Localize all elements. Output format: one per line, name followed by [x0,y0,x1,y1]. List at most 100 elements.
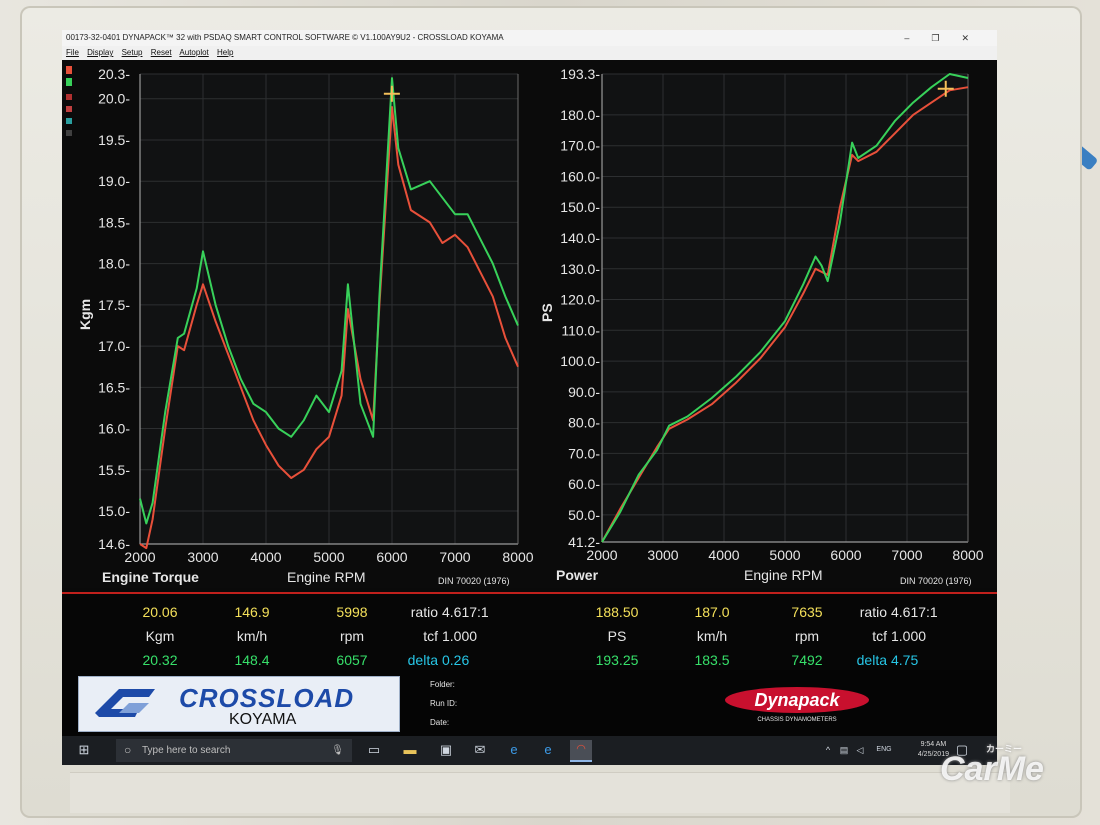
power-y-tick-label: 170.0- [560,138,600,154]
power-x-tick-label: 5000 [769,547,800,563]
right-delta-value: 4.75 [891,652,919,668]
power-y-tick-label: 90.0- [568,384,600,400]
power-x-tick-label: 7000 [891,547,922,563]
tray-overflow-icon[interactable]: ^ [822,742,834,758]
right-power-unit: PS [607,628,627,644]
taskbar: ⊞ ○ Type here to search 🎙 ▭ ▬ ▣ ✉ e e ◠ … [62,736,997,765]
carme-watermark-sub: カーミー [986,744,1023,754]
right-speed-peak: 183.5 [694,652,730,668]
power-y-tick-label: 80.0- [568,415,600,431]
torque-y-tick-label: 18.0- [98,256,130,272]
menu-autoplot[interactable]: Autoplot [179,48,208,57]
power-y-axis-label: PS [539,303,555,322]
torque-y-tick-label: 16.0- [98,421,130,437]
task-view-icon[interactable]: ▭ [366,742,382,758]
right-ratio-value: 4.617:1 [891,604,938,620]
store-icon[interactable]: ▣ [438,742,454,758]
left-torque-peak: 20.32 [142,652,178,668]
windows-start-icon[interactable]: ⊞ [76,742,92,758]
torque-x-axis-label: Engine RPM [287,569,366,585]
dynapack-app-taskbar-icon[interactable]: ◠ [570,740,592,762]
menu-reset[interactable]: Reset [151,48,172,57]
power-y-tick-label: 180.0- [560,107,600,123]
carme-watermark-main: CarMe [940,750,1044,788]
power-y-tick-label: 140.0- [560,230,600,246]
right-speed-unit: km/h [696,628,728,644]
taskbar-search-box[interactable]: ○ Type here to search 🎙 [116,739,352,762]
power-y-tick-label: 193.3- [560,66,600,82]
legend-swatch-red[interactable] [66,66,72,74]
torque-x-tick-label: 4000 [250,549,281,565]
close-button[interactable]: ✕ [961,33,991,43]
left-speed-unit: km/h [236,628,268,644]
minimize-button[interactable]: – [904,33,931,43]
carme-watermark: カーミー CarMe [940,744,1044,789]
right-rpm-peak: 7492 [791,652,823,668]
right-rpm-unit: rpm [794,628,820,644]
edge-browser-icon[interactable]: e [540,742,556,758]
crossload-mark-icon [95,689,155,717]
torque-y-tick-label: 19.5- [98,132,130,148]
torque-y-tick-label: 18.5- [98,214,130,230]
left-tcf-label: tcf [423,628,438,644]
mail-icon[interactable]: ✉ [472,742,488,758]
menu-file[interactable]: File [66,48,79,57]
power-y-tick-label: 60.0- [568,476,600,492]
power-x-tick-label: 8000 [952,547,983,563]
date-label: Date: [430,718,450,727]
torque-chart[interactable]: 2000 3000 4000 5000 6000 7000 800020.3-20.0-19… [98,66,534,565]
runid-label: Run ID: [430,699,458,708]
monitor-screen: 00173-32-0401 DYNAPACK™ 32 with PSDAQ SM… [62,30,997,765]
monitor-bezel-bottom [70,772,1010,813]
left-speed-peak: 148.4 [234,652,270,668]
power-x-axis-label: Engine RPM [744,567,823,583]
dynapack-subtitle: CHASSIS DYNAMOMETERS [757,717,836,723]
power-y-tick-label: 41.2- [568,534,600,550]
file-explorer-icon[interactable]: ▬ [402,742,418,758]
torque-y-axis-label: Kgm [77,299,93,330]
language-indicator[interactable]: ENG [872,742,896,758]
folder-label: Folder: [430,680,455,689]
dynapack-wordmark: Dynapack [754,690,840,710]
torque-standard-label: DIN 70020 (1976) [438,576,510,586]
left-torque-value: 20.06 [142,604,178,620]
legend-swatch-dark-red[interactable] [66,94,72,100]
microphone-icon[interactable]: 🎙 [331,739,344,762]
power-x-tick-label: 3000 [647,547,678,563]
left-torque-unit: Kgm [145,628,175,644]
power-y-tick-label: 130.0- [560,261,600,277]
torque-x-tick-label: 8000 [502,549,533,565]
torque-y-tick-label: 15.5- [98,462,130,478]
left-delta-value: 0.26 [442,652,470,668]
legend-swatch-gray[interactable] [66,130,72,136]
torque-x-tick-label: 7000 [439,549,470,565]
legend-swatch-green[interactable] [66,78,72,86]
torque-x-tick-label: 5000 [313,549,344,565]
dynapack-logo: Dynapack CHASSIS DYNAMOMETERS [725,687,869,723]
legend-swatch-red-2[interactable] [66,106,72,112]
power-x-tick-label: 4000 [708,547,739,563]
torque-y-tick-label: 15.0- [98,503,130,519]
left-ratio-label: ratio [410,604,438,620]
torque-y-tick-label: 20.3- [98,66,130,82]
network-icon[interactable]: ▤ [838,742,850,758]
maximize-button[interactable]: ❐ [931,33,961,43]
left-delta-label: delta [407,652,438,668]
window-title: 00173-32-0401 DYNAPACK™ 32 with PSDAQ SM… [66,33,504,42]
power-y-tick-label: 150.0- [560,199,600,215]
crossload-wordmark: CROSSLOAD [179,683,355,713]
volume-icon[interactable]: ◁ [854,742,866,758]
ie-browser-icon[interactable]: e [506,742,522,758]
legend-swatch-teal[interactable] [66,118,72,124]
left-rpm-value: 5998 [336,604,368,620]
menu-display[interactable]: Display [87,48,113,57]
right-speed-value: 187.0 [694,604,730,620]
crossload-subtitle: KOYAMA [229,711,297,728]
menu-help[interactable]: Help [217,48,233,57]
power-chart[interactable]: 2000 3000 4000 5000 6000 7000 8000193.3-180.0-… [560,66,983,563]
search-placeholder: Type here to search [142,745,231,756]
right-tcf-label: tcf [872,628,887,644]
torque-y-tick-label: 16.5- [98,379,130,395]
menu-setup[interactable]: Setup [122,48,143,57]
right-rpm-value: 7635 [791,604,823,620]
